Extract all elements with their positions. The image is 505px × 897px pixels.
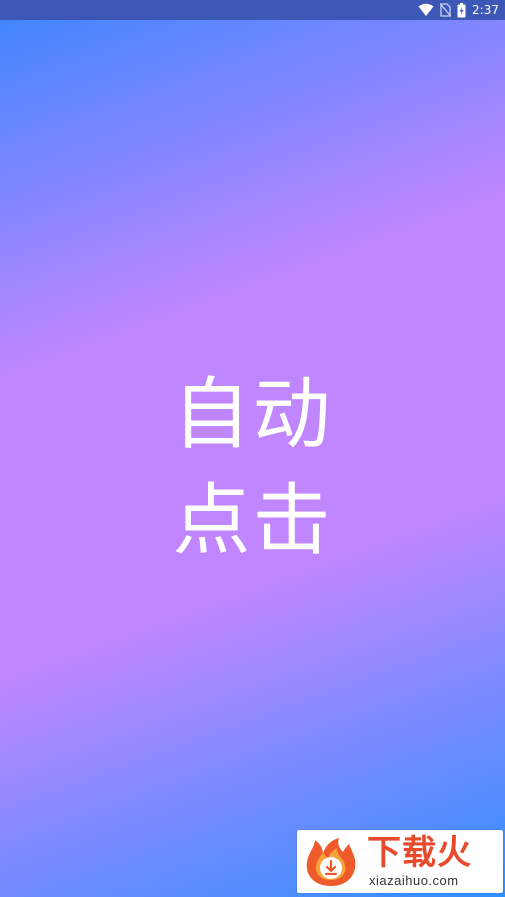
flame-download-logo-icon: [303, 836, 359, 888]
status-bar: 2:37: [0, 0, 505, 20]
watermark-brand: 下载火: [367, 833, 472, 873]
wifi-icon: [418, 3, 434, 17]
status-icons: 2:37: [418, 2, 499, 18]
app-title: 自动 点击: [0, 362, 505, 574]
battery-icon: [457, 2, 466, 18]
watermark-url: xiazaihuo.com: [369, 873, 459, 888]
app-title-line1: 自动: [172, 370, 333, 460]
no-sim-icon: [440, 3, 452, 17]
splash-screen: 2:37 自动 点击 下载火 xiazaihuo.com: [0, 0, 505, 897]
app-title-line2: 点击: [172, 476, 333, 566]
status-time: 2:37: [472, 3, 499, 17]
watermark-badge: 下载火 xiazaihuo.com: [297, 830, 503, 893]
